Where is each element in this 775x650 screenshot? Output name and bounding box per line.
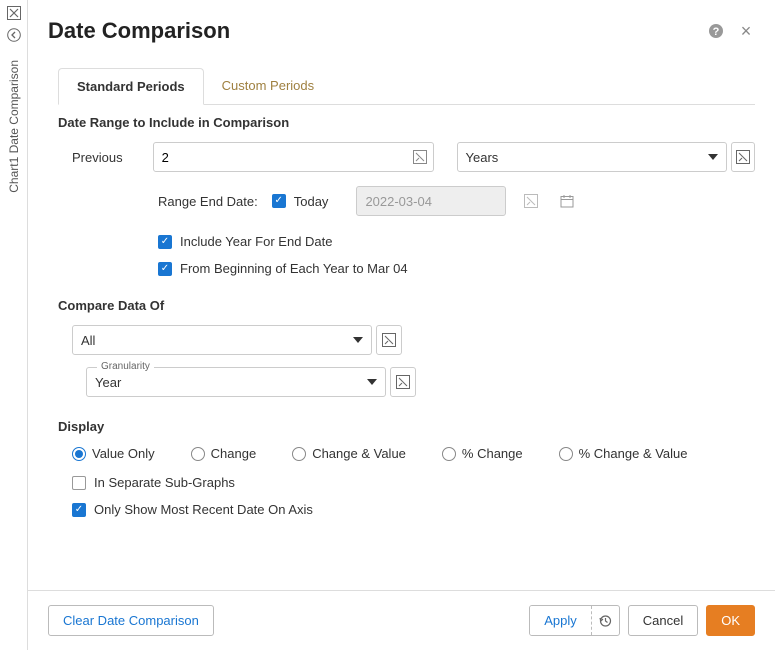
granularity-fx-button[interactable] <box>390 367 416 397</box>
end-date-input <box>357 187 505 215</box>
unit-fx-button[interactable] <box>731 142 756 172</box>
close-icon[interactable]: × <box>737 22 755 40</box>
display-radio-3[interactable]: % Change <box>442 446 523 461</box>
tab-custom-periods[interactable]: Custom Periods <box>204 68 332 104</box>
radio-icon <box>72 447 86 461</box>
apply-button[interactable]: Apply <box>530 606 591 635</box>
page-title: Date Comparison <box>48 18 230 44</box>
chevron-down-icon <box>708 154 718 160</box>
subgraphs-checkbox[interactable] <box>72 476 86 490</box>
range-end-label: Range End Date: <box>158 194 258 209</box>
calendar-icon <box>554 186 580 216</box>
range-section-label: Date Range to Include in Comparison <box>58 115 755 130</box>
compare-fx-button[interactable] <box>376 325 402 355</box>
from-beginning-label: From Beginning of Each Year to Mar 04 <box>180 261 408 276</box>
compare-section-label: Compare Data Of <box>58 298 755 313</box>
end-date-fx-button <box>518 186 544 216</box>
include-year-checkbox[interactable] <box>158 235 172 249</box>
ok-button[interactable]: OK <box>706 605 755 636</box>
svg-text:?: ? <box>713 26 720 38</box>
previous-label: Previous <box>58 150 126 165</box>
subgraphs-label: In Separate Sub-Graphs <box>94 475 235 490</box>
today-label: Today <box>294 194 329 209</box>
today-checkbox[interactable] <box>272 194 286 208</box>
tab-standard-periods[interactable]: Standard Periods <box>58 68 204 105</box>
sidebar-close-icon[interactable] <box>5 4 23 22</box>
radio-icon <box>292 447 306 461</box>
cancel-button[interactable]: Cancel <box>628 605 698 636</box>
recent-date-checkbox[interactable] <box>72 503 86 517</box>
compare-data-value: All <box>81 333 95 348</box>
radio-label: Value Only <box>92 446 155 461</box>
sidebar-label: Chart1 Date Comparison <box>7 60 21 193</box>
display-radio-2[interactable]: Change & Value <box>292 446 406 461</box>
radio-label: Change & Value <box>312 446 406 461</box>
granularity-select[interactable]: Granularity Year <box>86 367 386 397</box>
include-year-label: Include Year For End Date <box>180 234 333 249</box>
radio-label: % Change <box>462 446 523 461</box>
chevron-down-icon <box>367 379 377 385</box>
unit-value: Years <box>466 150 499 165</box>
radio-icon <box>191 447 205 461</box>
granularity-label: Granularity <box>97 361 154 372</box>
display-section-label: Display <box>58 419 755 434</box>
unit-select[interactable]: Years <box>457 142 727 172</box>
radio-icon <box>559 447 573 461</box>
from-beginning-checkbox[interactable] <box>158 262 172 276</box>
sidebar-back-icon[interactable] <box>5 26 23 44</box>
recent-date-label: Only Show Most Recent Date On Axis <box>94 502 313 517</box>
compare-data-select[interactable]: All <box>72 325 372 355</box>
radio-icon <box>442 447 456 461</box>
fx-inline-icon[interactable] <box>413 150 427 164</box>
display-radio-1[interactable]: Change <box>191 446 257 461</box>
radio-label: % Change & Value <box>579 446 688 461</box>
display-radio-4[interactable]: % Change & Value <box>559 446 688 461</box>
help-icon[interactable]: ? <box>707 22 725 40</box>
chevron-down-icon <box>353 337 363 343</box>
granularity-value: Year <box>95 375 121 390</box>
previous-count-input[interactable] <box>154 143 433 171</box>
display-radio-0[interactable]: Value Only <box>72 446 155 461</box>
clear-button[interactable]: Clear Date Comparison <box>48 605 214 636</box>
apply-history-icon[interactable] <box>591 606 619 635</box>
radio-label: Change <box>211 446 257 461</box>
